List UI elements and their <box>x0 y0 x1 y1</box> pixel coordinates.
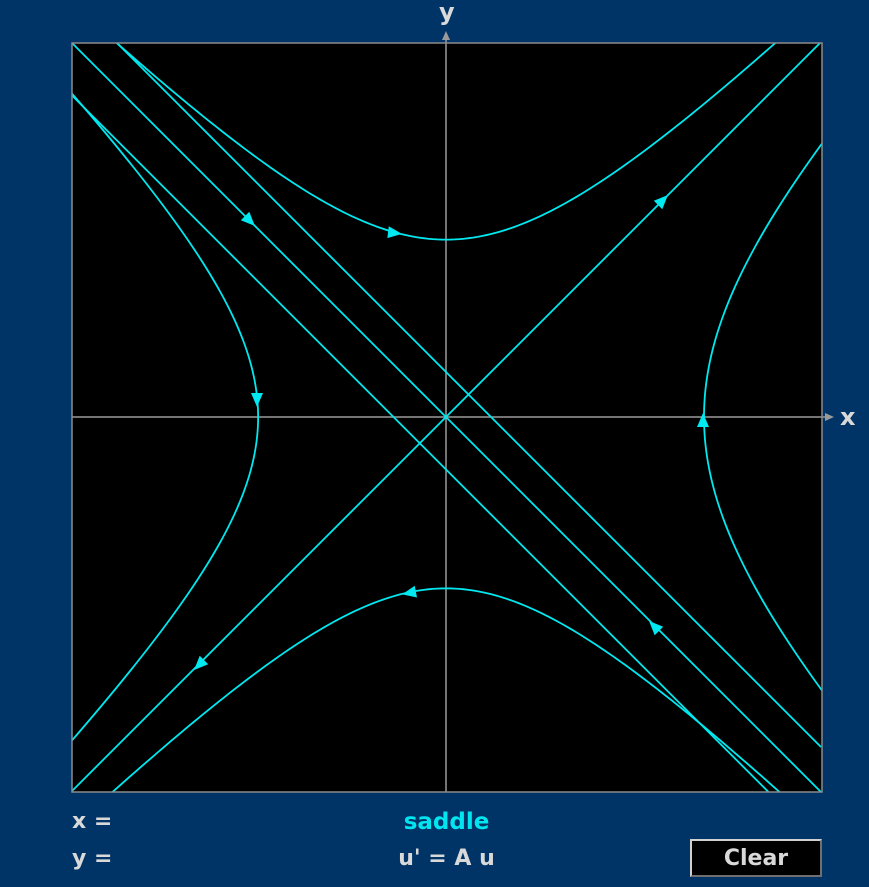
x-axis-arrow-icon <box>825 413 834 421</box>
clear-button[interactable]: Clear <box>690 839 822 877</box>
y-axis-label: y <box>439 0 455 26</box>
system-equation: u' = A u <box>398 846 495 871</box>
phase-plane-svg <box>71 31 834 793</box>
x-axis-label: x <box>840 403 856 431</box>
x-readout-label: x = <box>72 809 113 834</box>
portrait-type-label: saddle <box>403 809 490 835</box>
y-axis-arrow-icon <box>442 31 450 40</box>
phase-plane-app: y x x = y = saddle u' = A u Clear <box>0 0 869 887</box>
y-readout-label: y = <box>72 846 113 871</box>
